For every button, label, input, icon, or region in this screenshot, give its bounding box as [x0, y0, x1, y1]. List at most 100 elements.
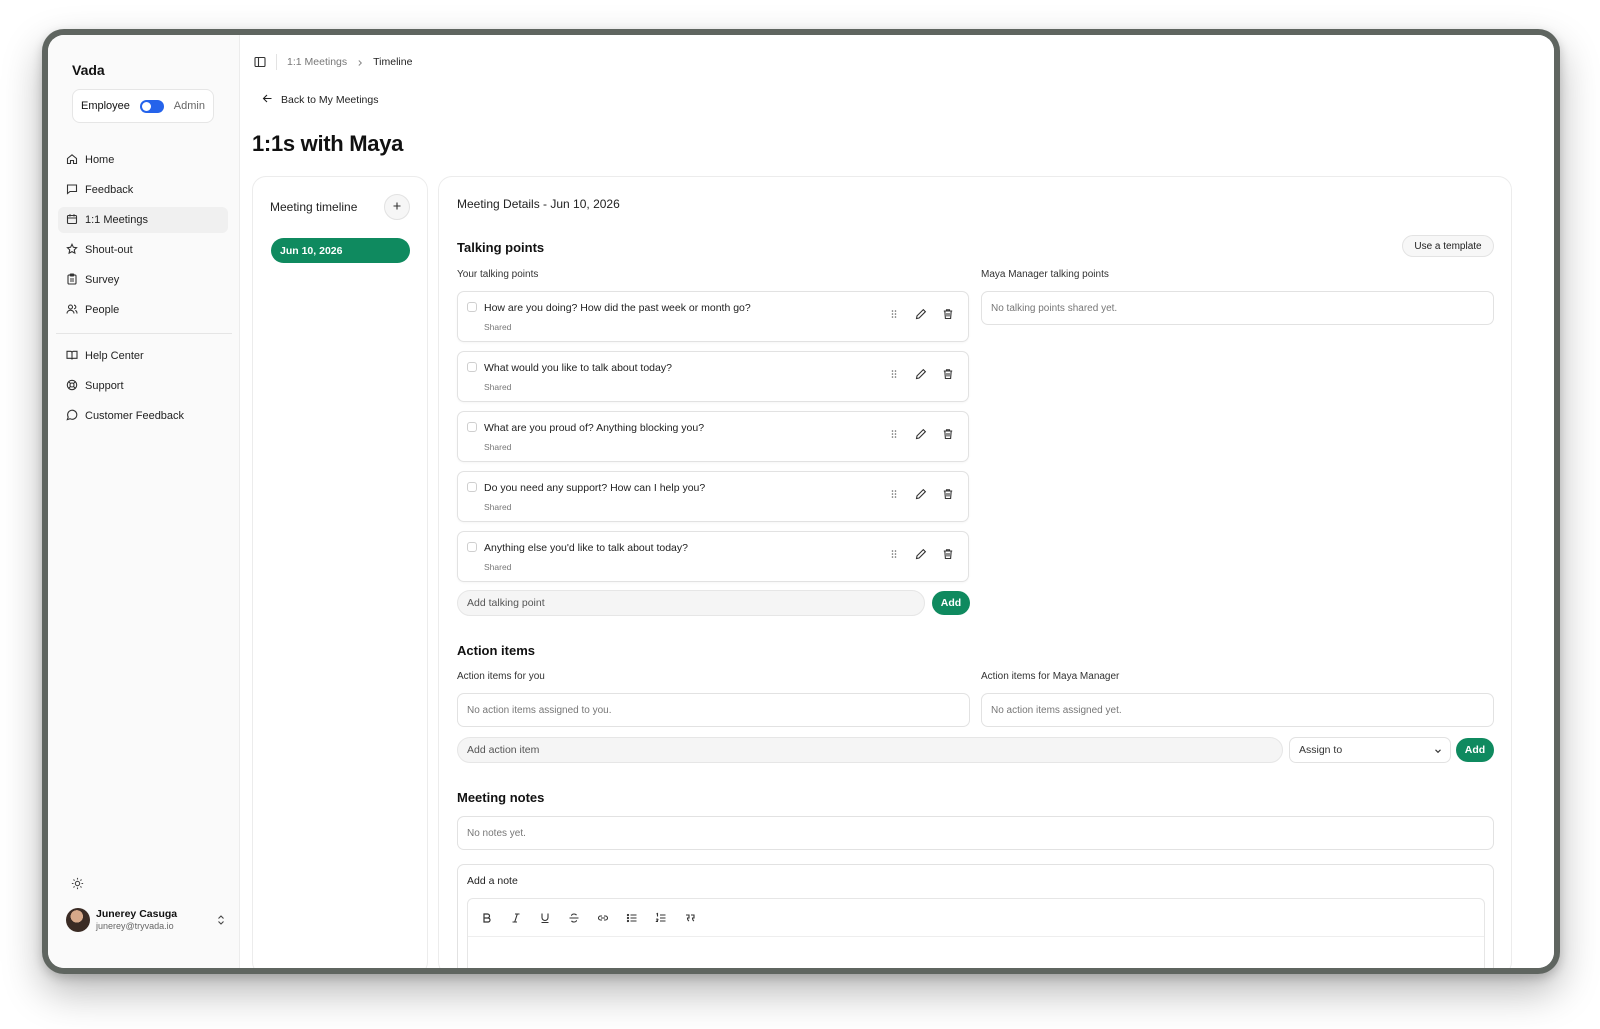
chevrons-up-down-icon[interactable] — [216, 913, 226, 925]
breadcrumb: 1:1 Meetings Timeline — [287, 56, 412, 68]
pencil-icon[interactable] — [915, 368, 927, 380]
sun-icon[interactable] — [71, 877, 84, 890]
pencil-icon[interactable] — [915, 428, 927, 440]
talking-point-checkbox[interactable] — [467, 362, 477, 372]
talking-point-checkbox[interactable] — [467, 302, 477, 312]
add-talking-point-button[interactable]: Add — [932, 591, 970, 615]
role-admin-label[interactable]: Admin — [174, 100, 205, 112]
sidebar-item-meetings[interactable]: 1:1 Meetings — [58, 207, 228, 233]
add-note-label: Add a note — [467, 875, 518, 887]
timeline-title: Meeting timeline — [270, 200, 358, 214]
sidebar-item-shoutout[interactable]: Shout-out — [58, 237, 228, 263]
editor-toolbar — [468, 899, 1484, 937]
trash-icon[interactable] — [942, 548, 954, 560]
add-action-item-button[interactable]: Add — [1456, 738, 1494, 762]
breadcrumb-parent[interactable]: 1:1 Meetings — [287, 56, 347, 68]
talking-point-checkbox[interactable] — [467, 482, 477, 492]
note-editor[interactable] — [467, 898, 1485, 968]
trash-icon[interactable] — [942, 368, 954, 380]
back-link-label: Back to My Meetings — [281, 94, 379, 106]
pencil-icon[interactable] — [915, 308, 927, 320]
add-note-section: Add a note — [457, 864, 1494, 968]
sidebar-item-help-center[interactable]: Help Center — [58, 343, 228, 369]
strikethrough-icon[interactable] — [568, 912, 580, 924]
grip-vertical-icon[interactable] — [888, 548, 900, 560]
trash-icon[interactable] — [942, 428, 954, 440]
user-menu[interactable]: Junerey Casuga junerey@tryvada.io — [66, 905, 226, 935]
manager-action-items-empty: No action items assigned yet. — [981, 693, 1494, 727]
add-action-item-input[interactable]: Add action item — [457, 737, 1283, 763]
sidebar-item-home[interactable]: Home — [58, 147, 228, 173]
talking-point-item: Anything else you'd like to talk about t… — [457, 531, 969, 582]
sidebar-item-feedback[interactable]: Feedback — [58, 177, 228, 203]
sidebar-item-support[interactable]: Support — [58, 373, 228, 399]
add-meeting-button[interactable] — [384, 194, 410, 220]
timeline-date-item[interactable]: Jun 10, 2026 — [271, 238, 410, 263]
users-icon — [66, 303, 78, 318]
use-template-button[interactable]: Use a template — [1402, 235, 1494, 257]
talking-point-text: What would you like to talk about today? — [484, 362, 672, 374]
pencil-icon[interactable] — [915, 488, 927, 500]
role-toggle[interactable] — [139, 99, 164, 113]
grip-vertical-icon[interactable] — [888, 368, 900, 380]
talking-point-item: How are you doing? How did the past week… — [457, 291, 969, 342]
talking-point-checkbox[interactable] — [467, 422, 477, 432]
sidebar-item-label: People — [85, 304, 120, 316]
sidebar-item-label: Feedback — [85, 184, 134, 196]
role-employee-label[interactable]: Employee — [81, 100, 130, 112]
sidebar-toggle-icon[interactable] — [254, 56, 266, 68]
sidebar-item-label: Home — [85, 154, 115, 166]
sidebar-item-survey[interactable]: Survey — [58, 267, 228, 293]
arrow-left-icon — [262, 93, 273, 107]
grip-vertical-icon[interactable] — [888, 308, 900, 320]
trash-icon[interactable] — [942, 308, 954, 320]
breadcrumb-current: Timeline — [373, 56, 413, 68]
sidebar-item-label: 1:1 Meetings — [85, 214, 148, 226]
numbered-list-icon[interactable] — [655, 912, 667, 924]
user-name: Junerey Casuga — [96, 908, 178, 920]
grip-vertical-icon[interactable] — [888, 428, 900, 440]
your-action-items-empty: No action items assigned to you. — [457, 693, 970, 727]
sidebar-item-label: Shout-out — [85, 244, 133, 256]
link-icon[interactable] — [597, 912, 609, 924]
sidebar-item-people[interactable]: People — [58, 297, 228, 323]
quote-icon[interactable] — [684, 912, 696, 924]
message-circle-icon — [66, 409, 78, 424]
meeting-timeline-panel: Meeting timeline Jun 10, 2026 — [252, 176, 428, 968]
trash-icon[interactable] — [942, 488, 954, 500]
main-content: 1:1 Meetings Timeline Back to My Meeting… — [239, 35, 1554, 968]
talking-point-status: Shared — [484, 382, 512, 392]
chevron-right-icon — [356, 58, 364, 66]
your-action-items-label: Action items for you — [457, 671, 545, 682]
manager-action-items-label: Action items for Maya Manager — [981, 671, 1120, 682]
message-square-icon — [66, 183, 78, 198]
role-switch[interactable]: Employee Admin — [72, 89, 214, 123]
top-bar: 1:1 Meetings Timeline — [254, 54, 412, 70]
add-talking-point-input[interactable]: Add talking point — [457, 590, 925, 616]
talking-point-text: Do you need any support? How can I help … — [484, 482, 706, 494]
star-icon — [66, 242, 78, 258]
sidebar-item-customer-feedback[interactable]: Customer Feedback — [58, 403, 228, 429]
calendar-icon — [66, 213, 78, 228]
grip-vertical-icon[interactable] — [888, 488, 900, 500]
chevron-down-icon — [1435, 749, 1441, 754]
talking-point-item: What are you proud of? Anything blocking… — [457, 411, 969, 462]
manager-talking-points-label: Maya Manager talking points — [981, 269, 1109, 280]
back-link[interactable]: Back to My Meetings — [262, 93, 378, 107]
your-talking-points-label: Your talking points — [457, 269, 539, 280]
talking-point-item: What would you like to talk about today?… — [457, 351, 969, 402]
assign-to-value: Assign to — [1299, 744, 1343, 756]
book-open-icon — [66, 349, 78, 364]
page-title: 1:1s with Maya — [252, 131, 404, 156]
italic-icon[interactable] — [510, 912, 522, 924]
manager-talking-points-empty: No talking points shared yet. — [981, 291, 1494, 325]
talking-point-status: Shared — [484, 322, 512, 332]
bold-icon[interactable] — [481, 912, 493, 924]
underline-icon[interactable] — [539, 912, 551, 924]
pencil-icon[interactable] — [915, 548, 927, 560]
talking-point-status: Shared — [484, 502, 512, 512]
sidebar-item-label: Customer Feedback — [85, 410, 185, 422]
talking-point-checkbox[interactable] — [467, 542, 477, 552]
bullet-list-icon[interactable] — [626, 912, 638, 924]
assign-to-select[interactable]: Assign to — [1289, 737, 1451, 763]
